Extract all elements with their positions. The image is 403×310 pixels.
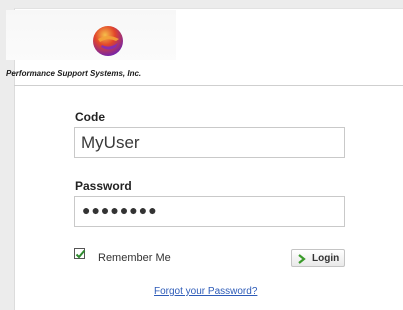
code-field[interactable]: MyUser [74,127,345,158]
logo-banner [6,10,176,60]
header-divider [14,85,403,86]
forgot-password-link[interactable]: Forgot your Password? [154,286,257,297]
password-field[interactable]: ●●●●●●●● [74,196,345,227]
password-label: Password [75,179,132,193]
login-button[interactable]: Login [291,249,345,267]
chevron-right-icon [298,254,306,264]
remember-me-checkbox[interactable] [74,248,86,259]
password-field-value: ●●●●●●●● [82,202,158,218]
login-button-label: Login [312,253,340,264]
company-name: Performance Support Systems, Inc. [6,69,142,78]
remember-me-label: Remember Me [98,252,171,264]
psi-logo-icon [92,25,124,57]
checkmark-icon [75,249,86,259]
code-field-value: MyUser [81,133,140,152]
code-label: Code [75,110,105,124]
